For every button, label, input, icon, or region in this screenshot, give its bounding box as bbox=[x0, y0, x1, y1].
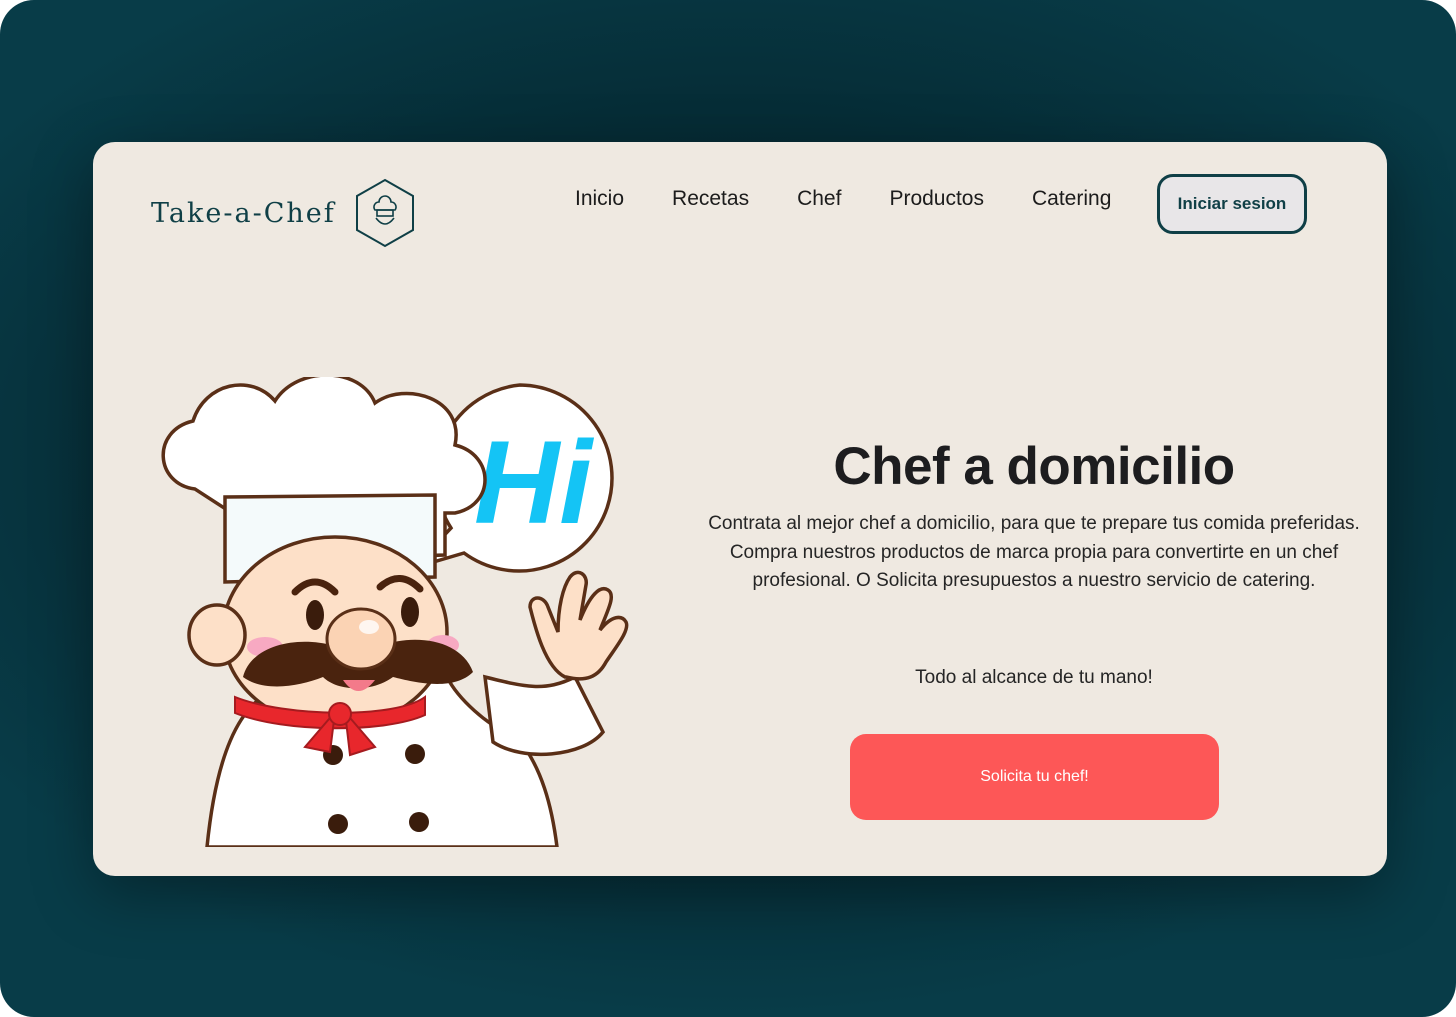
nav-item-inicio[interactable]: Inicio bbox=[551, 184, 648, 214]
brand-name: Take-a-Chef bbox=[151, 197, 336, 229]
nav-item-productos[interactable]: Productos bbox=[865, 184, 1008, 214]
nav-item-recetas[interactable]: Recetas bbox=[648, 184, 773, 214]
app-window: Take-a-Chef Inicio Recetas Chef Producto… bbox=[0, 0, 1456, 1017]
hero-title: Chef a domicilio bbox=[833, 436, 1235, 496]
brand-logo[interactable]: Take-a-Chef bbox=[151, 178, 416, 248]
request-chef-button[interactable]: Solicita tu chef! bbox=[850, 734, 1219, 820]
waving-hand bbox=[528, 570, 629, 681]
main-nav: Inicio Recetas Chef Productos Catering bbox=[551, 184, 1135, 214]
speech-bubble-text: Hi bbox=[474, 417, 594, 549]
hero-tagline: Todo al alcance de tu mano! bbox=[915, 667, 1153, 688]
nav-item-chef[interactable]: Chef bbox=[773, 184, 865, 214]
login-button[interactable]: Iniciar sesion bbox=[1157, 174, 1307, 234]
hero-description: Contrata al mejor chef a domicilio, para… bbox=[708, 513, 1360, 591]
landing-page: Take-a-Chef Inicio Recetas Chef Producto… bbox=[93, 142, 1387, 876]
chef-hat-hexagon-icon bbox=[355, 178, 414, 248]
nav-item-catering[interactable]: Catering bbox=[1008, 184, 1135, 214]
chef-mascot-illustration: Hi bbox=[161, 377, 629, 847]
